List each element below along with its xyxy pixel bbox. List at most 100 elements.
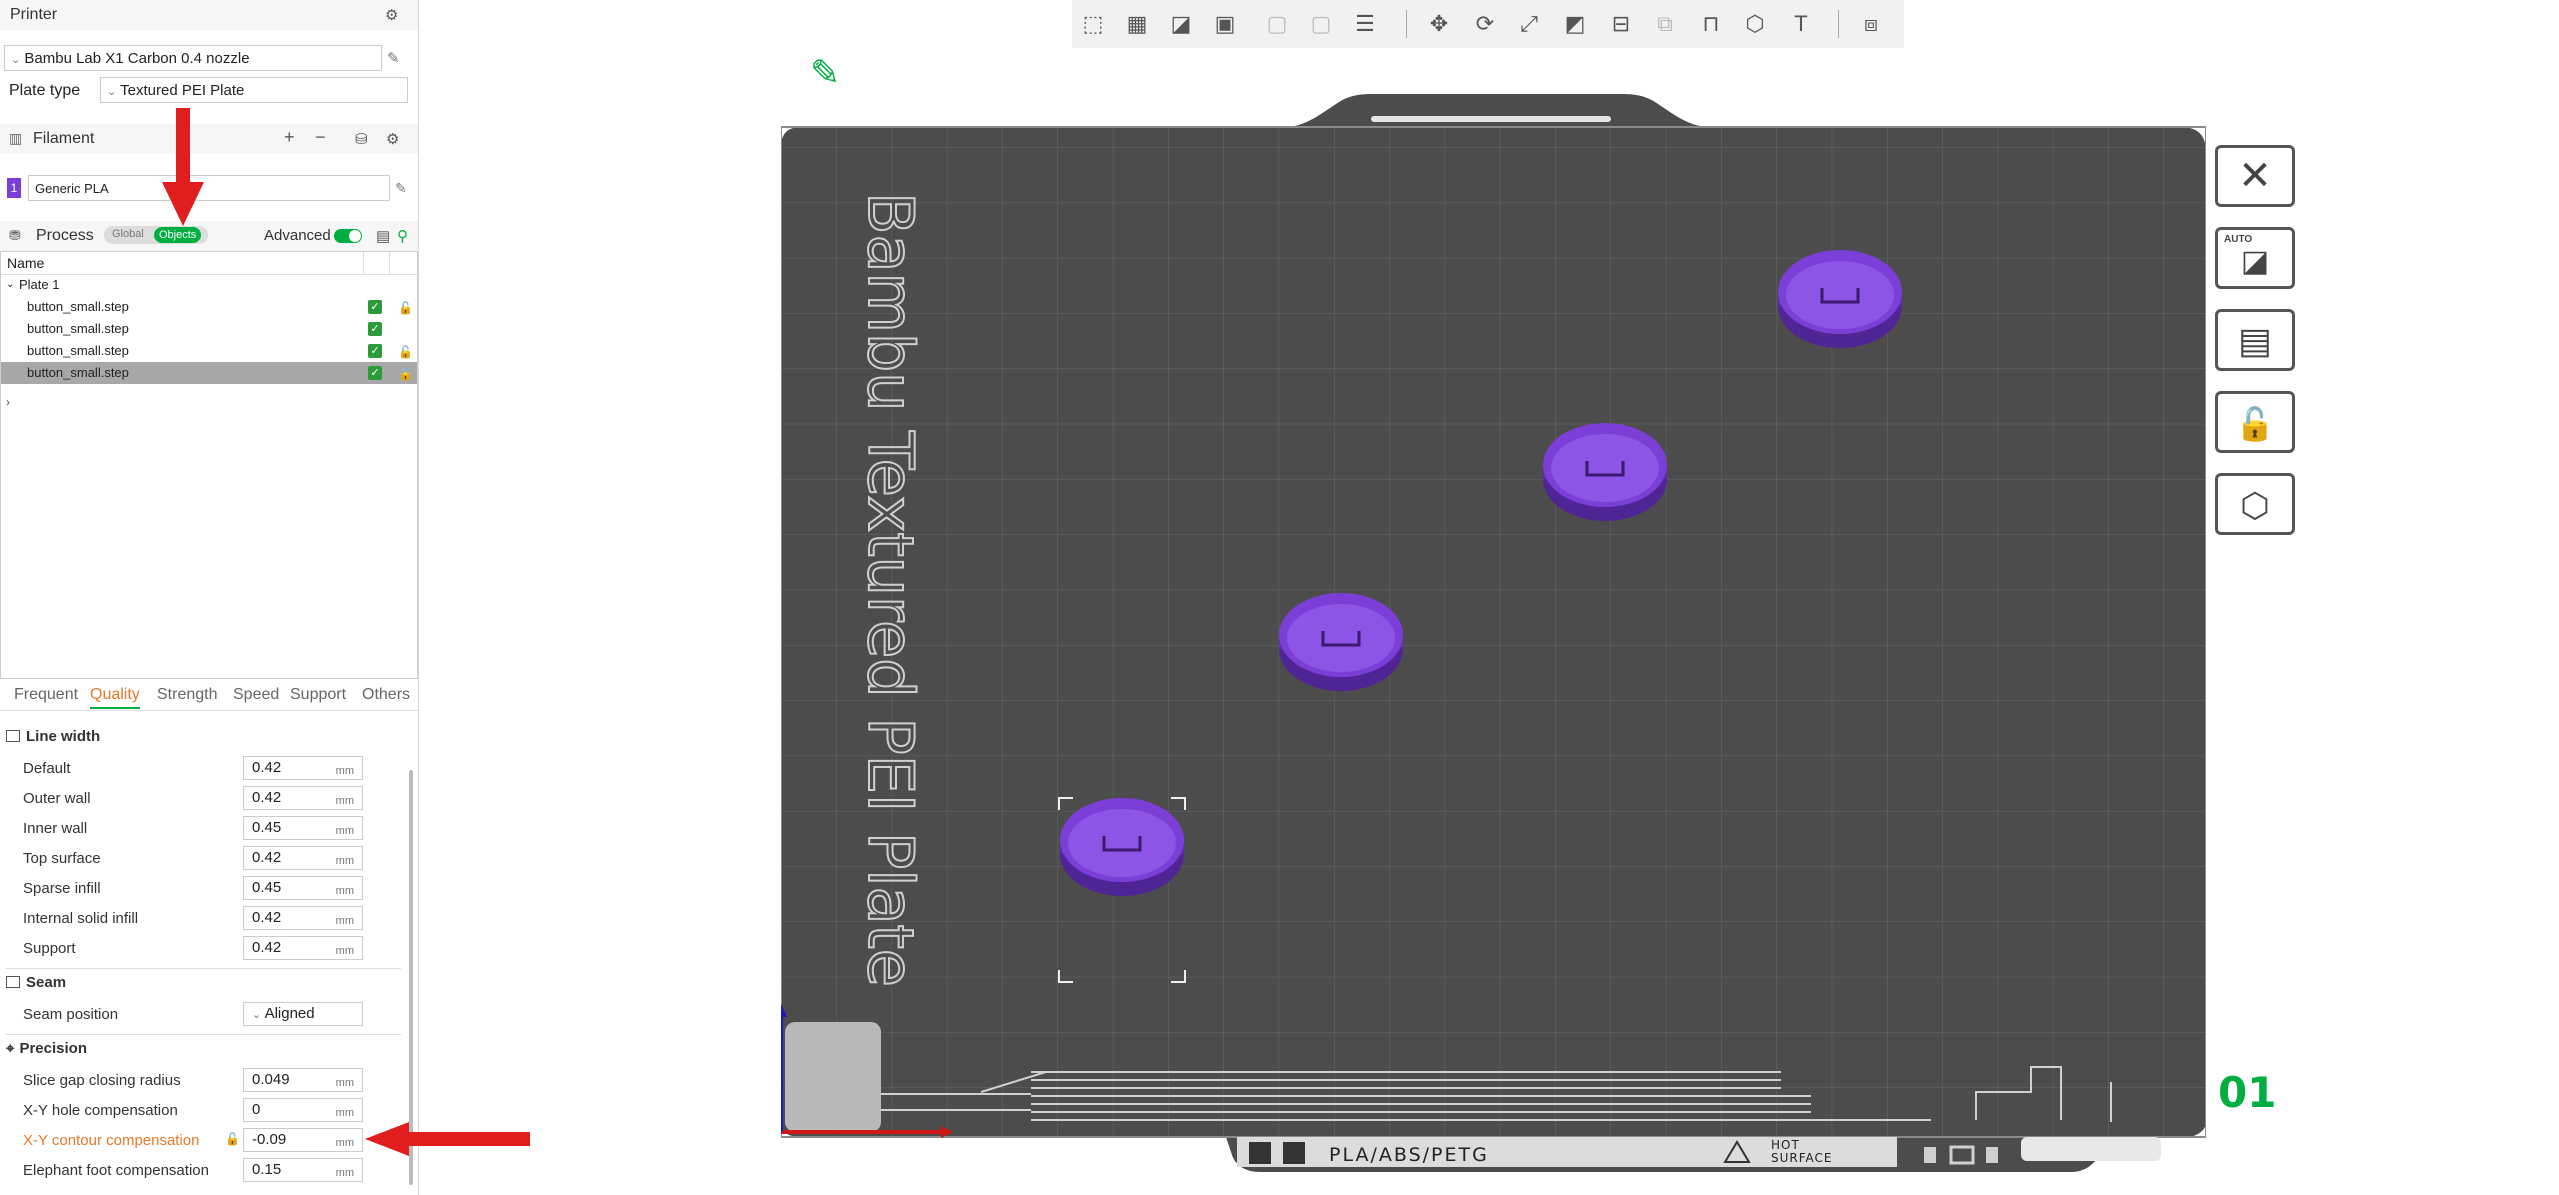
cut-icon[interactable]: ⊟ [1606, 10, 1636, 38]
layers-icon[interactable]: ☰ [1350, 10, 1380, 38]
checkbox-icon[interactable]: ✓ [368, 366, 382, 380]
advanced-switch[interactable] [334, 229, 362, 243]
checkbox-icon[interactable]: ✓ [368, 344, 382, 358]
filament-select[interactable]: Generic PLA [28, 175, 390, 201]
arrange-icon[interactable]: ▣ [1210, 10, 1240, 38]
tab-quality[interactable]: Quality [90, 686, 140, 709]
param-label: Sparse infill [23, 880, 101, 897]
param-input[interactable]: 0.049 mm [243, 1068, 363, 1092]
filament-slot-badge[interactable]: 1 [7, 178, 21, 198]
boolean-icon[interactable]: ⧉ [1650, 10, 1680, 38]
global-objects-toggle[interactable]: Global Objects [104, 226, 208, 244]
tab-speed[interactable]: Speed [233, 686, 279, 704]
plate-strip-end [2021, 1137, 2161, 1161]
orient-icon: ◪ [2240, 245, 2270, 278]
lock-icon[interactable]: 🔓 [398, 341, 413, 363]
param-value: 0.42 [252, 939, 282, 956]
auto-orient-button[interactable]: AUTO ◪ [2215, 227, 2295, 289]
support-paint-icon[interactable]: ⊓ [1696, 10, 1726, 38]
rotate-icon[interactable]: ⟳ [1470, 10, 1500, 38]
plate-row[interactable]: ⌄ Plate 1 [1, 274, 417, 296]
list-item-selected[interactable]: button_small.step ✓ 🔓 [1, 362, 417, 384]
checkbox-icon[interactable]: ✓ [368, 322, 382, 336]
toolbar-divider [1838, 10, 1839, 38]
line-width-icon [6, 730, 20, 742]
object-list-header: Name [1, 252, 417, 275]
param-label: Elephant foot compensation [23, 1162, 209, 1179]
add-plate-icon[interactable]: ▦ [1122, 10, 1152, 38]
param-input[interactable]: 0.42 mm [243, 756, 363, 780]
tab-others[interactable]: Others [362, 686, 410, 704]
param-label: Outer wall [23, 790, 91, 807]
printer-section-header: Printer ⚙ [0, 0, 418, 30]
plate-type-select[interactable]: ⌄ Textured PEI Plate [100, 77, 408, 103]
toggle-objects[interactable]: Objects [154, 227, 202, 243]
plate-object[interactable] [1778, 250, 1902, 348]
build-plate[interactable]: Bambu Textured PEI Plate PLA/ABS/PETG HO… [781, 92, 2206, 1172]
param-label: X-Y contour compensation [23, 1132, 200, 1149]
param-input[interactable]: 0.42 mm [243, 936, 363, 960]
plate-handle [1371, 116, 1611, 122]
param-value: 0.45 [252, 819, 282, 836]
checkbox-icon[interactable]: ✓ [368, 300, 382, 314]
param-input[interactable]: 0.45 mm [243, 876, 363, 900]
wizard-icon[interactable]: ⚲ [397, 227, 408, 245]
plate-settings-button[interactable]: ⬡ [2215, 473, 2295, 535]
param-row: Seam position ⌄ Aligned [0, 1002, 400, 1028]
printer-select[interactable]: ⌄ Bambu Lab X1 Carbon 0.4 nozzle [4, 45, 382, 71]
orient-icon[interactable]: ◪ [1166, 10, 1196, 38]
remove-icon[interactable]: − [315, 127, 326, 148]
param-input[interactable]: 0.15 mm [243, 1158, 363, 1182]
toggle-global[interactable]: Global [112, 228, 144, 240]
seam-paint-icon[interactable]: ⬡ [1740, 10, 1770, 38]
assembly-view-icon[interactable]: ⧈ [1856, 10, 1886, 38]
gear-icon[interactable]: ⚙ [386, 130, 399, 148]
column-divider [389, 252, 390, 274]
param-input[interactable]: 0.42 mm [243, 786, 363, 810]
param-input[interactable]: -0.09 mm [243, 1128, 363, 1152]
arrange-plate-button[interactable]: ▤ [2215, 309, 2295, 371]
plate-object[interactable] [1279, 593, 1403, 691]
param-input[interactable]: 0.42 mm [243, 906, 363, 930]
edit-icon[interactable]: ✎ [395, 180, 407, 197]
compare-icon[interactable]: ▤ [376, 227, 390, 245]
split-parts-icon[interactable]: ▢ [1306, 10, 1336, 38]
param-input[interactable]: 0.45 mm [243, 816, 363, 840]
tab-strength[interactable]: Strength [157, 686, 217, 704]
auto-label: AUTO [2224, 234, 2253, 245]
plate-object[interactable] [1543, 423, 1667, 521]
param-label: Support [23, 940, 76, 957]
list-item[interactable]: button_small.step ✓ 🔓 [1, 296, 417, 318]
plate-object[interactable] [1060, 798, 1184, 896]
list-item[interactable]: button_small.step ✓ 🔓 [1, 340, 417, 362]
chevron-down-icon[interactable]: ⌄ [6, 274, 14, 296]
chevron-right-icon[interactable]: › [6, 395, 10, 409]
plate-filament-text: PLA/ABS/PETG [1329, 1144, 1489, 1166]
annotation-arrow-down [162, 108, 204, 226]
tab-frequent[interactable]: Frequent [14, 686, 78, 704]
lock-icon[interactable]: 🔓 [225, 1132, 240, 1146]
split-objects-icon[interactable]: ▢ [1262, 10, 1292, 38]
param-input[interactable]: 0.42 mm [243, 846, 363, 870]
lock-icon[interactable]: 🔓 [398, 363, 413, 385]
text-icon[interactable]: T [1786, 10, 1816, 38]
scale-icon[interactable]: ⤢ [1514, 10, 1544, 38]
edit-icon[interactable]: ✎ [387, 49, 400, 67]
move-icon[interactable]: ✥ [1424, 10, 1454, 38]
add-object-icon[interactable]: ⬚ [1078, 10, 1108, 38]
seam-position-select[interactable]: ⌄ Aligned [243, 1002, 363, 1026]
lock-icon[interactable]: 🔓 [398, 297, 413, 319]
lock-plate-button[interactable]: 🔓 [2215, 391, 2295, 453]
filament-icon: ▥ [9, 130, 23, 146]
add-icon[interactable]: + [284, 127, 295, 148]
tab-support[interactable]: Support [290, 686, 346, 704]
param-input[interactable]: 0 mm [243, 1098, 363, 1122]
lay-on-face-icon[interactable]: ◩ [1560, 10, 1590, 38]
param-value: Aligned [264, 1005, 315, 1022]
list-item[interactable]: button_small.step ✓ [1, 318, 417, 340]
delete-plate-button[interactable]: ✕ [2215, 145, 2295, 207]
param-row: X-Y hole compensation 0 mm [0, 1098, 400, 1124]
gear-icon[interactable]: ⚙ [385, 6, 398, 24]
sync-filament-icon[interactable]: ⛁ [355, 130, 368, 148]
edit-plate-name-icon[interactable]: ✎ [810, 52, 840, 94]
